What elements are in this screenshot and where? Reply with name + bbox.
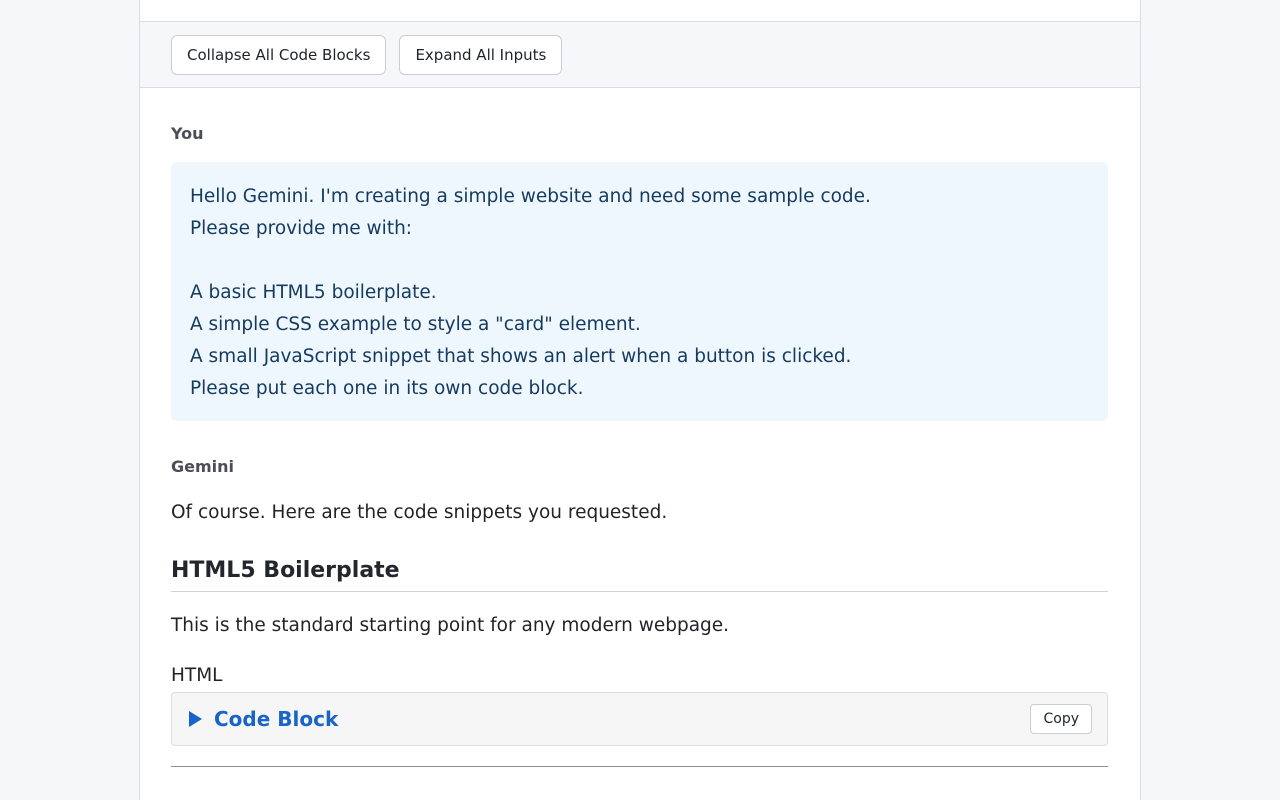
assistant-speaker-label: Gemini (171, 457, 235, 476)
collapse-all-code-blocks-button[interactable]: Collapse All Code Blocks (171, 34, 387, 75)
copy-button[interactable]: Copy (1030, 704, 1092, 734)
assistant-intro: Of course. Here are the code snippets yo… (171, 502, 668, 523)
user-message-line: A small JavaScript snippet that shows an… (190, 346, 852, 367)
code-block-toggle[interactable]: Code Block (189, 707, 338, 731)
user-message: Hello Gemini. I'm creating a simple webs… (171, 162, 1108, 421)
conversation: You Hello Gemini. I'm creating a simple … (140, 124, 1140, 767)
user-message-line: Please put each one in its own code bloc… (190, 378, 584, 399)
chat-page: Collapse All Code Blocks Expand All Inpu… (139, 0, 1141, 800)
toolbar: Collapse All Code Blocks Expand All Inpu… (140, 22, 1140, 88)
code-block: Code Block Copy (171, 692, 1108, 746)
divider (171, 766, 1108, 767)
section-description: This is the standard starting point for … (171, 615, 730, 636)
section-heading: HTML5 Boilerplate (171, 557, 1108, 592)
user-message-line: Please provide me with: (190, 218, 413, 239)
top-strip (140, 0, 1140, 22)
code-language-label: HTML (171, 665, 223, 686)
code-block-summary-label: Code Block (214, 707, 339, 731)
user-message-line: A simple CSS example to style a "card" e… (190, 314, 641, 335)
user-speaker-label: You (171, 124, 204, 143)
user-message-line (190, 245, 1089, 277)
expand-all-inputs-button[interactable]: Expand All Inputs (399, 34, 563, 75)
user-message-line: Hello Gemini. I'm creating a simple webs… (190, 186, 871, 207)
triangle-right-icon (189, 711, 202, 727)
user-message-line: A basic HTML5 boilerplate. (190, 282, 437, 303)
